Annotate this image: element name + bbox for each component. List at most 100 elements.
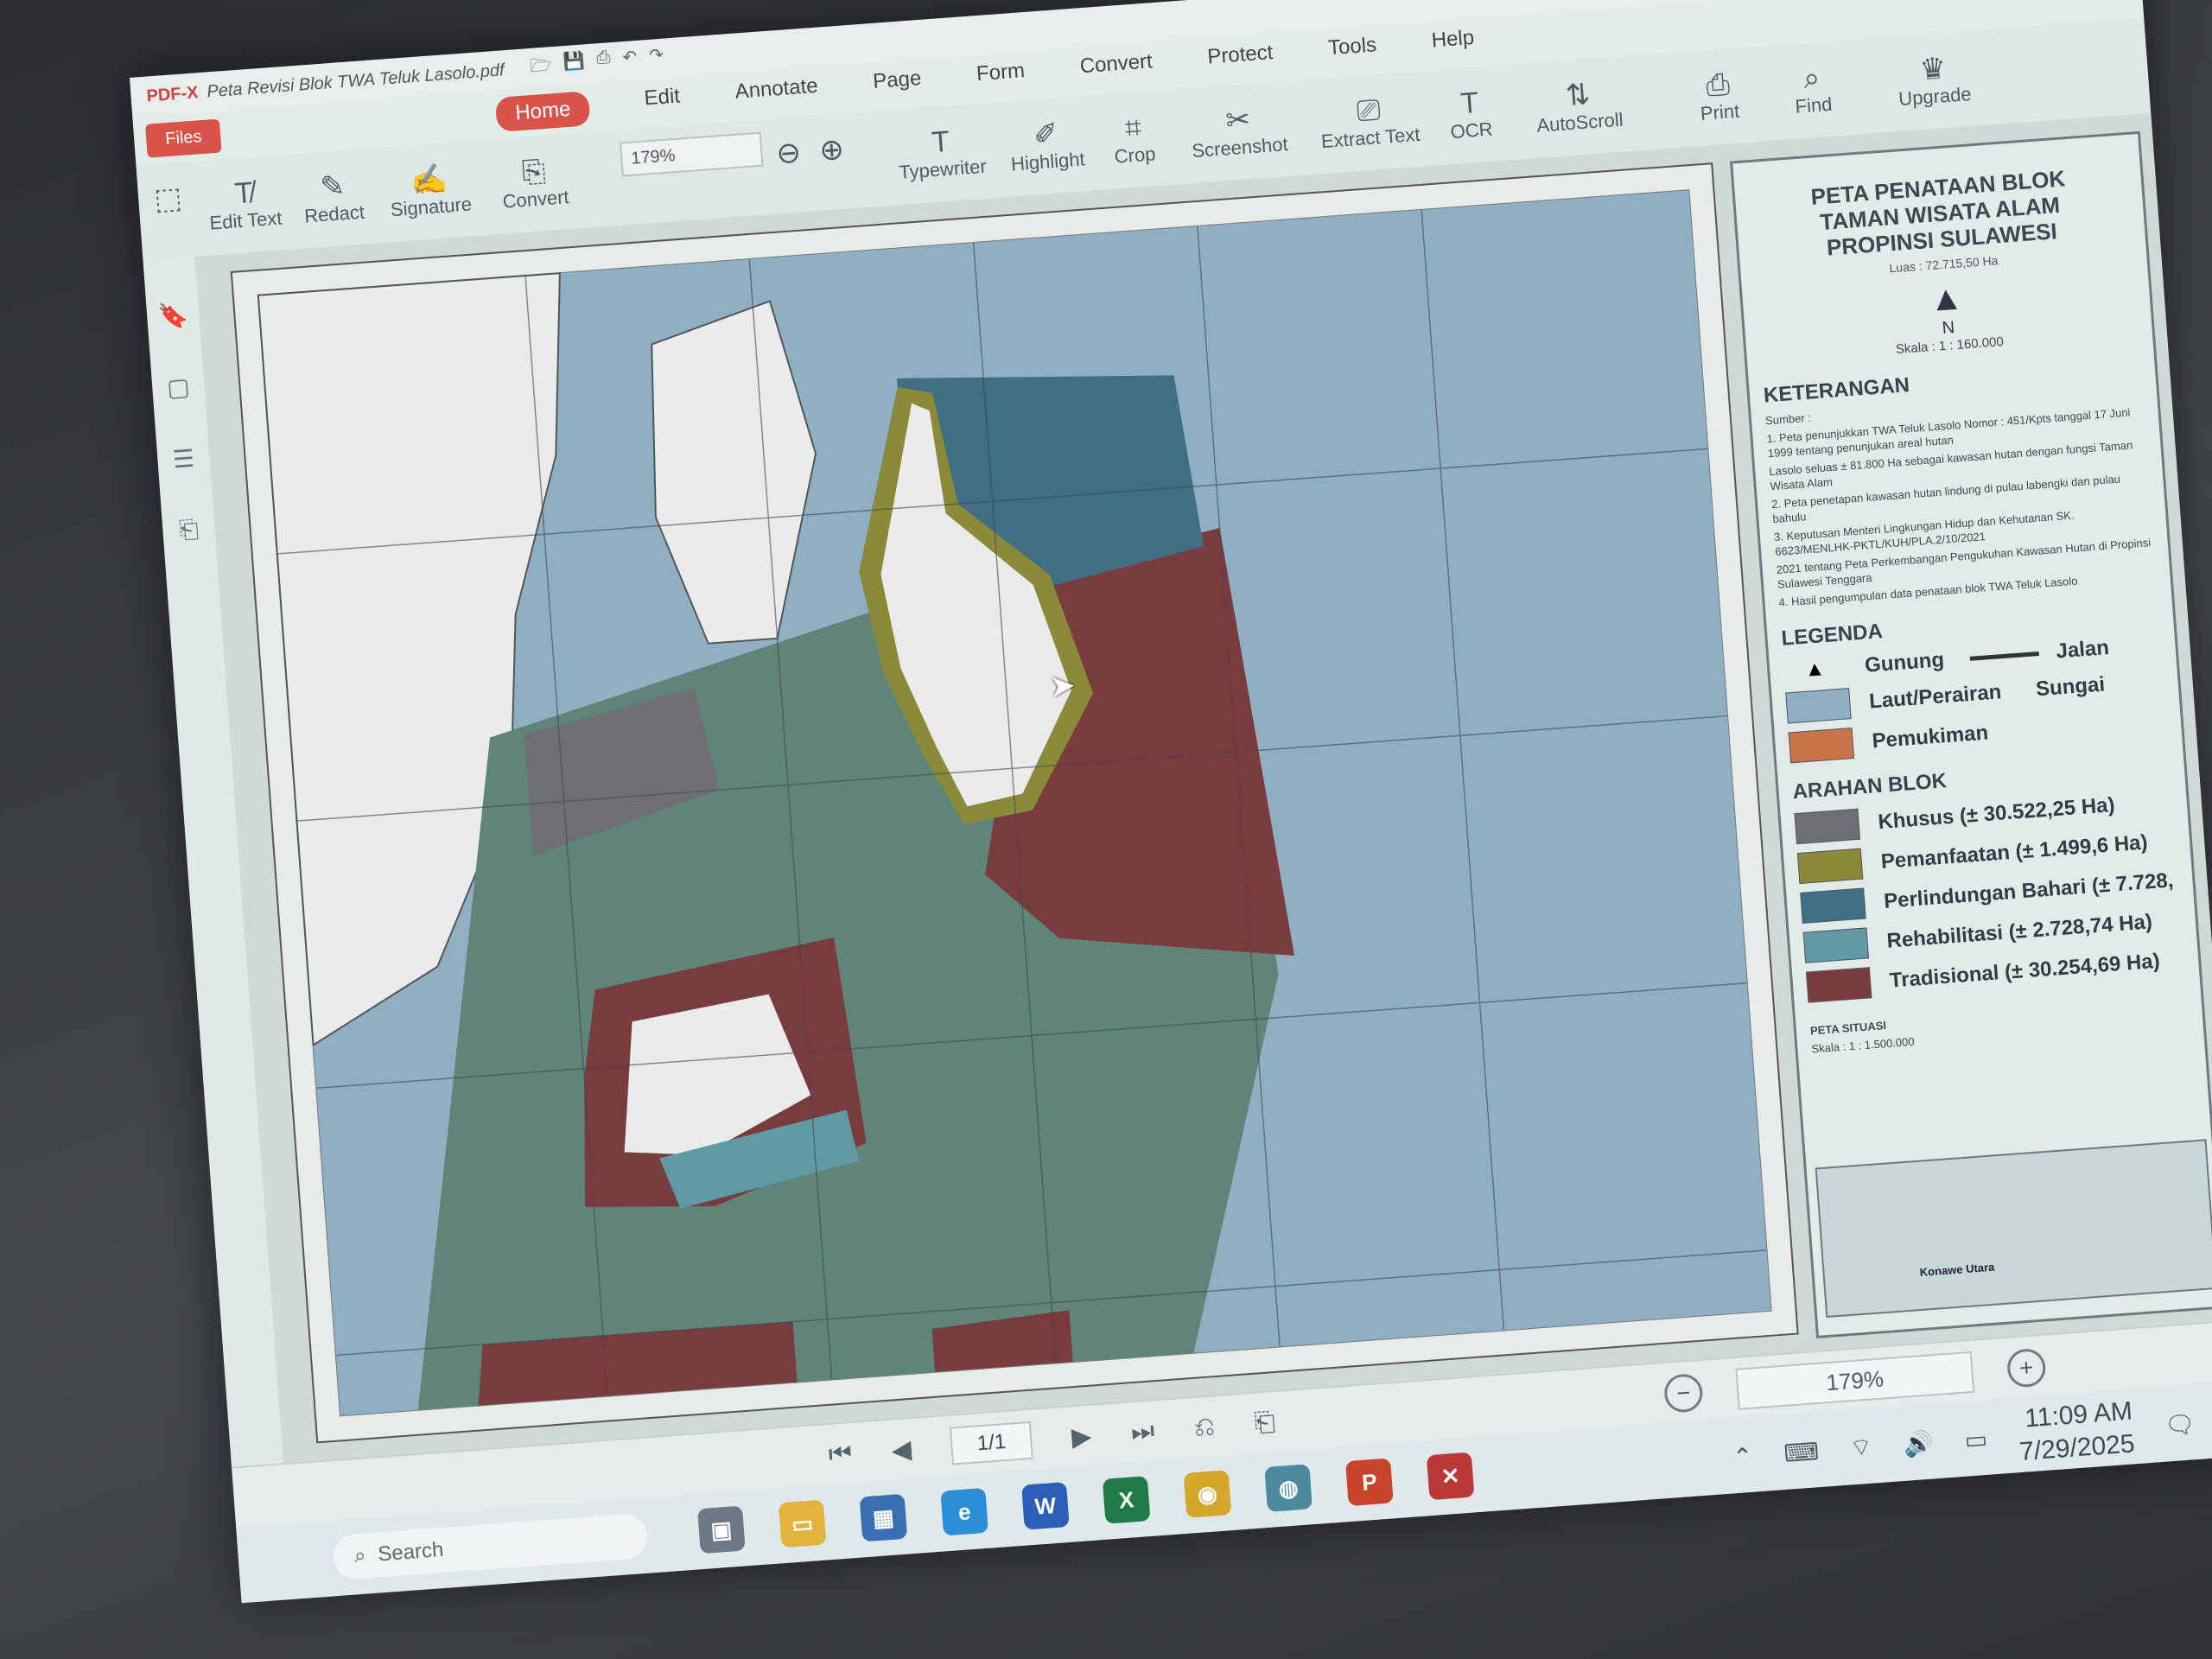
excel-icon[interactable]: X	[1102, 1476, 1151, 1524]
bookmark-icon[interactable]: 🔖	[146, 300, 200, 332]
zoom-in-tool[interactable]: ⊕	[818, 133, 845, 168]
word-icon[interactable]: W	[1021, 1481, 1070, 1530]
tab-page[interactable]: Page	[872, 67, 923, 105]
crop-tool[interactable]: ⌗ Crop	[1111, 110, 1156, 168]
swatch-khusus	[1794, 808, 1860, 845]
projected-screen: PDF-X Peta Revisi Blok TWA Teluk Lasolo.…	[130, 0, 2212, 1604]
tab-convert[interactable]: Convert	[1079, 49, 1154, 89]
last-page-icon[interactable]: ⏭	[1130, 1416, 1155, 1447]
save-icon[interactable]: 💾	[563, 49, 586, 80]
mouse-cursor-icon: ➤	[1047, 666, 1077, 704]
rotate-right-icon[interactable]: ⎗	[1254, 1408, 1276, 1439]
highlight-label: Highlight	[1010, 148, 1086, 175]
signature-tool[interactable]: ✍ Signature	[387, 161, 473, 222]
pdf-x-icon[interactable]: ✕	[1426, 1452, 1475, 1501]
upgrade-label: Upgrade	[1897, 82, 1973, 111]
crop-label: Crop	[1113, 143, 1157, 168]
redact-icon: ✎	[319, 169, 346, 205]
pointer-icon: ⬚	[153, 181, 183, 217]
extract-text-tool[interactable]: ⎚ Extract Text	[1318, 91, 1421, 153]
redact-label: Redact	[303, 200, 365, 227]
ocr-tool[interactable]: T OCR	[1447, 86, 1494, 143]
rotate-left-icon[interactable]: ⎌	[1193, 1412, 1216, 1443]
redo-icon[interactable]: ↷	[648, 44, 664, 74]
maps-app-icon[interactable]: ◍	[1264, 1464, 1313, 1512]
first-page-icon[interactable]: ⏮	[828, 1439, 853, 1470]
page-number-input[interactable]: 1/1	[950, 1421, 1033, 1465]
taskbar-clock[interactable]: 11:09 AM 7/29/2025	[2016, 1395, 2136, 1469]
select-tool[interactable]: ⬚	[153, 181, 183, 216]
chevron-up-icon[interactable]: ⌃	[1732, 1441, 1754, 1471]
zoom-out-icon: ⊖	[775, 136, 803, 171]
attachments-icon[interactable]: ⎗	[162, 514, 215, 546]
typewriter-icon: T	[930, 124, 951, 160]
zoom-level[interactable]: 179%	[1735, 1351, 1975, 1410]
task-view-icon[interactable]: ▣	[697, 1505, 746, 1554]
find-icon: ⌕	[1802, 60, 1821, 96]
autoscroll-label: AutoScroll	[1535, 108, 1624, 137]
crown-icon: ♛	[1918, 52, 1948, 87]
swatch-rehabilitasi	[1802, 927, 1870, 963]
scissors-icon: ✂	[1224, 103, 1252, 138]
crop-icon: ⌗	[1123, 111, 1143, 145]
map-image	[230, 162, 1799, 1444]
autoscroll-tool[interactable]: ⇅ AutoScroll	[1534, 76, 1624, 137]
upgrade-button[interactable]: ♛ Upgrade	[1896, 50, 1973, 111]
undo-icon[interactable]: ↶	[622, 46, 639, 76]
find-tool[interactable]: ⌕ Find	[1792, 60, 1834, 118]
thumbnails-icon[interactable]: ▢	[151, 372, 205, 404]
typewriter-tool[interactable]: T Typewriter	[896, 123, 988, 184]
swatch-perlindungan	[1800, 887, 1866, 924]
print-small-icon[interactable]: ⎙	[596, 48, 612, 78]
edit-text-icon: T̸	[233, 175, 254, 211]
swatch-pemanfaatan	[1796, 848, 1864, 884]
edge-icon[interactable]: e	[940, 1487, 988, 1536]
file-explorer-icon[interactable]: ▭	[778, 1499, 827, 1548]
highlight-tool[interactable]: ✐ Highlight	[1007, 115, 1085, 175]
ocr-label: OCR	[1449, 118, 1494, 143]
next-page-icon[interactable]: ▶	[1071, 1421, 1093, 1452]
swatch-tradisional	[1805, 967, 1872, 1003]
edit-text-label: Edit Text	[208, 207, 283, 234]
screenshot-tool[interactable]: ✂ Screenshot	[1189, 100, 1289, 162]
comments-icon[interactable]: ☰	[156, 442, 210, 474]
tab-tools[interactable]: Tools	[1327, 33, 1378, 71]
signature-icon: ✍	[410, 162, 449, 198]
chrome-icon[interactable]: ◉	[1183, 1470, 1232, 1518]
battery-icon[interactable]: ▭	[1963, 1424, 1989, 1454]
tab-protect[interactable]: Protect	[1206, 41, 1274, 79]
convert-tool[interactable]: ⎘ Convert	[499, 153, 570, 213]
zoom-out-tool[interactable]: ⊖	[775, 136, 802, 170]
tab-home[interactable]: Home	[495, 91, 591, 132]
volume-icon[interactable]: 🔊	[1903, 1428, 1935, 1459]
swatch-pemukiman	[1788, 728, 1855, 764]
tab-edit[interactable]: Edit	[644, 84, 682, 121]
notification-icon[interactable]: 🗨	[2164, 1409, 2196, 1440]
zoom-dropdown[interactable]: 179%	[619, 131, 764, 177]
keyboard-icon[interactable]: ⌨	[1783, 1437, 1820, 1468]
screenshot-label: Screenshot	[1191, 133, 1289, 162]
document-view: PETA PENATAAN BLOK TAMAN WISATA ALAM PRO…	[194, 112, 2212, 1464]
typewriter-label: Typewriter	[898, 155, 988, 184]
open-icon[interactable]: 🗁	[529, 52, 552, 83]
highlight-icon: ✐	[1032, 117, 1060, 152]
prev-page-icon[interactable]: ◀	[890, 1434, 912, 1466]
map-legend-panel: PETA PENATAAN BLOK TAMAN WISATA ALAM PRO…	[1730, 130, 2212, 1338]
redact-tool[interactable]: ✎ Redact	[302, 168, 365, 228]
edit-text-tool[interactable]: T̸ Edit Text	[207, 175, 283, 235]
swatch-laut	[1785, 688, 1852, 724]
print-tool[interactable]: ⎙ Print	[1697, 67, 1740, 125]
files-button[interactable]: Files	[144, 118, 222, 158]
tab-form[interactable]: Form	[976, 59, 1027, 97]
zoom-out-icon[interactable]: −	[1662, 1372, 1704, 1414]
powerpoint-icon[interactable]: P	[1345, 1458, 1394, 1507]
printer-icon: ⎙	[1705, 67, 1732, 103]
wifi-icon[interactable]: ⌔	[1849, 1432, 1874, 1464]
taskbar-search[interactable]: ⌕ Search	[332, 1512, 650, 1581]
tab-help[interactable]: Help	[1431, 26, 1476, 64]
zoom-in-icon[interactable]: +	[2005, 1347, 2047, 1389]
mountain-icon: ▲	[1803, 657, 1827, 682]
app-name: PDF-X	[145, 82, 200, 106]
tab-annotate[interactable]: Annotate	[734, 74, 820, 115]
store-icon[interactable]: ▦	[859, 1493, 908, 1542]
